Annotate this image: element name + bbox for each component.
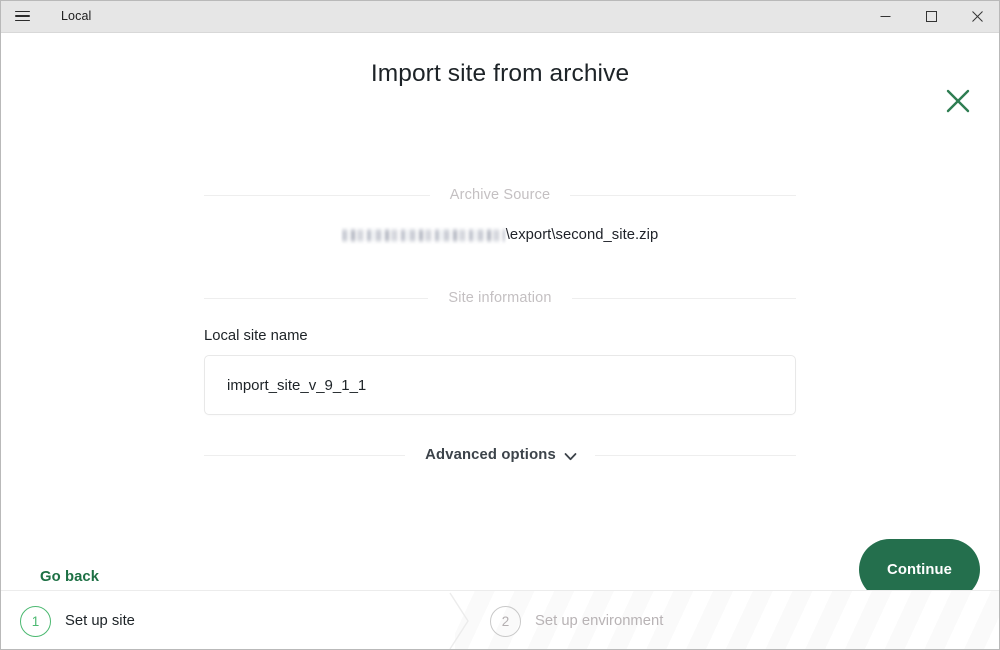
divider-line-left	[204, 297, 429, 299]
local-site-name-input[interactable]	[204, 355, 796, 415]
window-controls	[862, 0, 1000, 32]
app-title: Local	[61, 9, 92, 23]
divider-line-left	[204, 194, 430, 196]
divider-line-right	[571, 297, 796, 299]
redacted-path-prefix	[341, 227, 505, 243]
stepper-chevron-separator	[448, 591, 478, 650]
close-x-icon[interactable]	[941, 84, 975, 118]
archive-path-text: \export\second_site.zip	[505, 227, 659, 243]
local-site-name-label: Local site name	[204, 328, 308, 344]
hamburger-bars	[14, 10, 30, 22]
site-information-label: Site information	[448, 290, 552, 306]
setup-stepper: 1 Set up site 2 Set up environment	[0, 590, 1000, 650]
stepper-step-set-up-environment[interactable]: 2 Set up environment	[455, 591, 1000, 650]
divider-line-right	[594, 454, 796, 456]
go-back-button[interactable]: Go back	[40, 569, 99, 585]
advanced-options-label: Advanced options	[425, 447, 556, 463]
stepper-step-set-up-site[interactable]: 1 Set up site	[0, 591, 470, 650]
local-app-window: Local Import site from archive Archive S…	[0, 0, 1000, 650]
hamburger-menu-icon[interactable]	[0, 0, 44, 32]
site-information-divider: Site information	[204, 290, 796, 306]
step-label: Set up site	[65, 613, 135, 629]
step-number-badge: 1	[20, 605, 51, 637]
archive-path-value: \export\second_site.zip	[204, 227, 796, 243]
step-label: Set up environment	[535, 613, 664, 629]
chevron-down-icon	[564, 450, 577, 461]
close-button[interactable]	[954, 0, 1000, 32]
title-bar: Local	[0, 0, 1000, 33]
archive-source-label: Archive Source	[449, 187, 551, 203]
minimize-button[interactable]	[862, 0, 908, 32]
divider-line-left	[204, 454, 406, 456]
page-title: Import site from archive	[370, 60, 630, 87]
advanced-options-divider: Advanced options	[204, 447, 796, 463]
maximize-button[interactable]	[908, 0, 954, 32]
step-number-badge: 2	[490, 605, 521, 637]
import-site-dialog: Import site from archive Archive Source …	[0, 33, 1000, 600]
advanced-options-toggle[interactable]: Advanced options	[405, 447, 595, 463]
archive-source-divider: Archive Source	[204, 187, 797, 203]
divider-line-right	[570, 194, 797, 196]
